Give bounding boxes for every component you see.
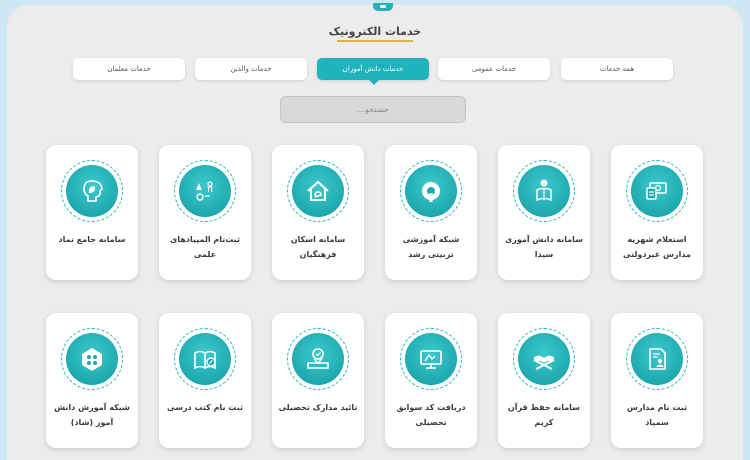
service-card[interactable]: شبکه آموزشی تربیتی رشد: [385, 145, 477, 280]
scroll-top-icon[interactable]: [373, 3, 393, 11]
card-label: سامانه حفظ قرآن کریم: [507, 403, 581, 427]
money-icon: [646, 182, 667, 200]
service-card[interactable]: سامانه حفظ قرآن کریم: [498, 313, 590, 448]
certificate-icon: [307, 348, 329, 369]
service-card[interactable]: تائید مدارک تحصیلی: [272, 313, 364, 448]
service-card[interactable]: سامانه اسکان فرهنگیان: [272, 145, 364, 280]
title-underline: [337, 40, 413, 42]
service-card[interactable]: ثبت نام کتب درسی: [159, 313, 251, 448]
tab-teacher-services[interactable]: خدمات معلمان: [73, 58, 185, 80]
service-card[interactable]: سامانه دانش آموزی سیدا: [498, 145, 590, 280]
card-label: شبکه آموزشی تربیتی رشد: [402, 235, 460, 259]
card-label: سامانه دانش آموزی سیدا: [504, 235, 584, 259]
student-reading-icon: [536, 179, 552, 202]
service-card[interactable]: سامانه جامع نماد: [46, 145, 138, 280]
card-label: ثبت نام کتب درسی: [166, 403, 244, 412]
service-card[interactable]: π ثبت‌نام المپیادهای علمی: [159, 145, 251, 280]
card-label: شبکه آموزش دانش آموز (شاد): [54, 403, 130, 427]
card-label: استعلام شهریه مدارس غیردولتی: [623, 235, 691, 259]
tab-parent-services[interactable]: خدمات والدین: [195, 58, 307, 80]
service-card[interactable]: دریافت کد سوابق تحصیلی: [385, 313, 477, 448]
tab-student-services[interactable]: خدمات دانش آموزان: [317, 58, 429, 85]
head-leaf-icon: [83, 180, 103, 202]
card-label: ثبت نام مدارس سمپاد: [626, 403, 688, 427]
monitor-icon: [420, 350, 442, 369]
card-label: دریافت کد سوابق تحصیلی: [396, 403, 466, 427]
book-icon: [194, 350, 216, 370]
science-icon: π: [196, 181, 213, 201]
tab-all-services[interactable]: همه خدمات: [561, 58, 673, 80]
quran-icon: [534, 355, 554, 370]
card-label: ثبت‌نام المپیادهای علمی: [169, 235, 241, 259]
service-card[interactable]: شبکه آموزش دانش آموز (شاد): [46, 313, 138, 448]
document-user-icon: [649, 348, 666, 370]
page-title: خدمات الکترونیک: [328, 25, 422, 38]
card-label: تائید مدارک تحصیلی: [278, 403, 358, 412]
roshd-logo-icon: [422, 182, 440, 202]
card-label: سامانه اسکان فرهنگیان: [290, 235, 346, 259]
card-label: سامانه جامع نماد: [58, 235, 126, 244]
service-card[interactable]: ثبت نام مدارس سمپاد: [611, 313, 703, 448]
search-input[interactable]: [280, 96, 466, 123]
tab-public-services[interactable]: خدمات عمومی: [438, 58, 550, 80]
house-icon: [307, 180, 329, 201]
shad-logo-icon: [82, 348, 102, 371]
service-card[interactable]: استعلام شهریه مدارس غیردولتی: [611, 145, 703, 280]
